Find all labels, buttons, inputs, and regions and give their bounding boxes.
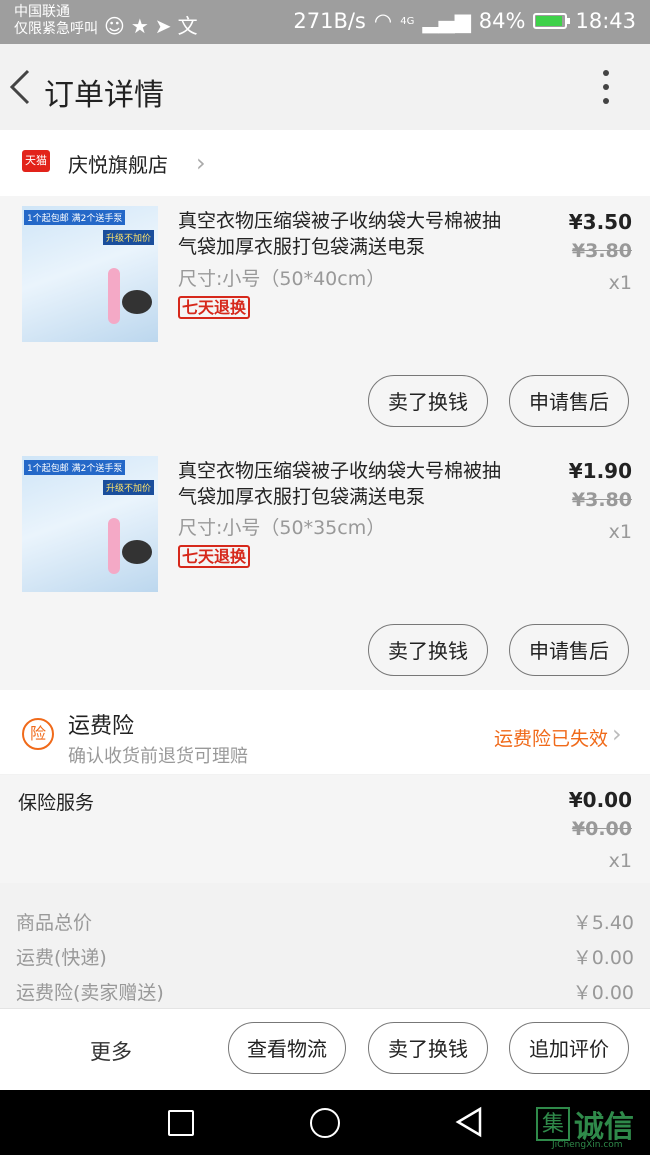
after-sale-button[interactable]: 申请售后 bbox=[509, 375, 629, 427]
battery-icon bbox=[533, 13, 571, 29]
status-bar: 中国联通 仅限紧急呼叫 ☺★➤文 271B/s ◠ 4G ▂▄▆ 84% 18:… bbox=[0, 0, 650, 44]
store-name[interactable]: 庆悦旗舰店 bbox=[68, 149, 168, 178]
carrier-info: 中国联通 仅限紧急呼叫 bbox=[14, 4, 98, 38]
emoji-icon: ☺ bbox=[104, 14, 131, 38]
product-spec: 尺寸:小号（50*40cm） bbox=[178, 268, 386, 290]
network-speed: 271B/s bbox=[293, 9, 366, 33]
send-icon: ➤ bbox=[154, 14, 178, 38]
signal-icon: ▂▄▆ bbox=[422, 9, 471, 33]
battery-level bbox=[536, 16, 562, 26]
back-arrow-icon[interactable] bbox=[8, 68, 32, 106]
view-logistics-button[interactable]: 查看物流 bbox=[228, 1022, 346, 1074]
pump-icon bbox=[108, 518, 120, 574]
after-sale-button[interactable]: 申请售后 bbox=[509, 624, 629, 676]
product-quantity: x1 bbox=[608, 521, 632, 543]
watermark-box: 集 bbox=[536, 1107, 570, 1141]
pump-icon bbox=[108, 268, 120, 324]
battery-percent: 84% bbox=[478, 9, 526, 33]
freight-insurance-status[interactable]: 运费险已失效 bbox=[494, 724, 608, 751]
product-original-price: ¥3.80 bbox=[571, 489, 632, 511]
product-thumbnail[interactable]: 1个起包邮 满2个送手泵 升级不加价 bbox=[22, 206, 158, 342]
summary-value-total: ￥5.40 bbox=[572, 912, 634, 934]
product-thumbnail[interactable]: 1个起包邮 满2个送手泵 升级不加价 bbox=[22, 456, 158, 592]
insurance-original-price: ¥0.00 bbox=[571, 818, 632, 840]
insurance-price: ¥0.00 bbox=[568, 788, 632, 812]
summary-label-shipping: 运费(快递) bbox=[16, 947, 107, 969]
chevron-right-icon: › bbox=[612, 720, 622, 748]
sell-exchange-button[interactable]: 卖了换钱 bbox=[368, 624, 488, 676]
add-review-button[interactable]: 追加评价 bbox=[509, 1022, 629, 1074]
wifi-icon: ◠ bbox=[373, 9, 393, 33]
insurance-quantity: x1 bbox=[608, 850, 632, 872]
more-link[interactable]: 更多 bbox=[90, 1036, 132, 1066]
thumb-upgrade-tag: 升级不加价 bbox=[102, 230, 154, 245]
page-title: 订单详情 bbox=[44, 78, 164, 113]
carrier-status: 仅限紧急呼叫 bbox=[14, 21, 98, 37]
product-price: ¥3.50 bbox=[568, 210, 632, 234]
summary-value-insurance: ￥0.00 bbox=[572, 982, 634, 1004]
tmall-icon: 天猫 bbox=[22, 150, 50, 172]
freight-insurance-subtitle: 确认收货前退货可理赔 bbox=[68, 746, 248, 767]
product-title[interactable]: 真空衣物压缩袋被子收纳袋大号棉被抽气袋加厚衣服打包袋满送电泵 bbox=[178, 208, 518, 260]
star-icon: ★ bbox=[130, 14, 155, 38]
system-indicators: 271B/s ◠ 4G ▂▄▆ 84% 18:43 bbox=[293, 9, 636, 33]
more-options-icon[interactable] bbox=[596, 70, 616, 106]
notification-icons: ☺★➤文 bbox=[104, 10, 204, 39]
clock: 18:43 bbox=[575, 9, 636, 33]
sell-exchange-button[interactable]: 卖了换钱 bbox=[368, 375, 488, 427]
product-price: ¥1.90 bbox=[568, 459, 632, 483]
nav-back-icon[interactable] bbox=[454, 1106, 484, 1138]
return-badge: 七天退换 bbox=[178, 296, 251, 319]
summary-value-shipping: ￥0.00 bbox=[572, 947, 634, 969]
summary-label-insurance: 运费险(卖家赠送) bbox=[16, 982, 164, 1004]
translate-icon: 文 bbox=[177, 14, 204, 38]
recent-apps-icon[interactable] bbox=[168, 1110, 194, 1136]
insurance-service-label: 保险服务 bbox=[18, 792, 95, 814]
thumb-promo-tag: 1个起包邮 满2个送手泵 bbox=[24, 460, 126, 475]
home-icon[interactable] bbox=[310, 1108, 340, 1138]
product-original-price: ¥3.80 bbox=[571, 240, 632, 262]
product-quantity: x1 bbox=[608, 272, 632, 294]
chevron-right-icon: › bbox=[196, 149, 206, 177]
insurance-icon: 险 bbox=[22, 718, 54, 750]
electric-pump-icon bbox=[122, 540, 152, 564]
network-type: 4G bbox=[400, 15, 415, 27]
product-spec: 尺寸:小号（50*35cm） bbox=[178, 517, 386, 539]
electric-pump-icon bbox=[122, 290, 152, 314]
summary-label-total: 商品总价 bbox=[16, 912, 93, 934]
thumb-upgrade-tag: 升级不加价 bbox=[102, 480, 154, 495]
product-title[interactable]: 真空衣物压缩袋被子收纳袋大号棉被抽气袋加厚衣服打包袋满送电泵 bbox=[178, 458, 518, 510]
return-badge: 七天退换 bbox=[178, 545, 251, 568]
watermark-url: JiChengXin.com bbox=[552, 1140, 623, 1150]
sell-exchange-button[interactable]: 卖了换钱 bbox=[368, 1022, 488, 1074]
freight-insurance-title: 运费险 bbox=[68, 714, 135, 739]
thumb-promo-tag: 1个起包邮 满2个送手泵 bbox=[24, 210, 126, 225]
carrier-name: 中国联通 bbox=[14, 4, 70, 20]
